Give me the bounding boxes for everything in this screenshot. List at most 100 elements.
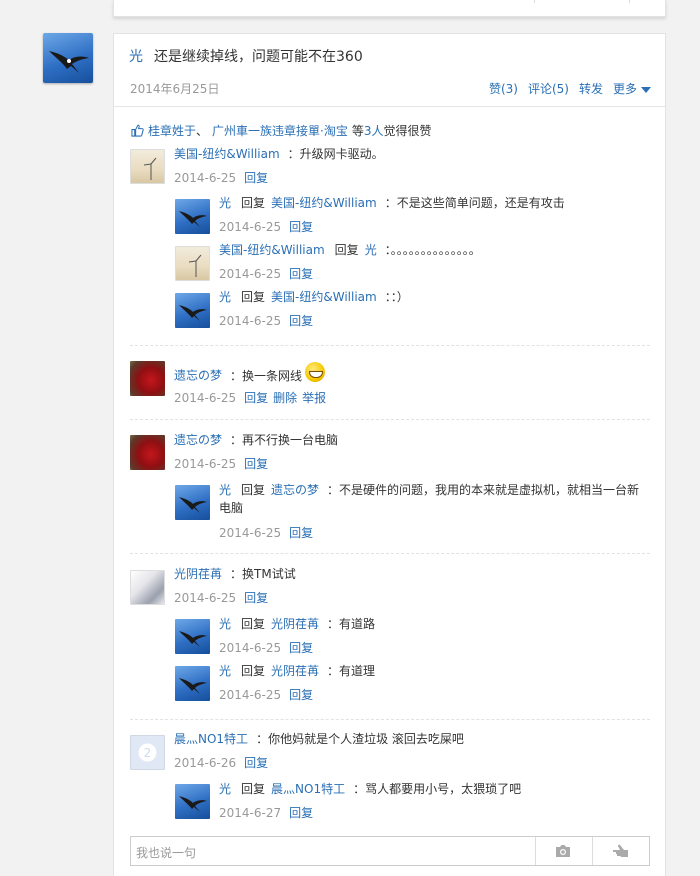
comment-date: 2014-6-25 xyxy=(174,171,237,185)
replier-name[interactable]: 光 xyxy=(219,782,231,796)
reply-link[interactable]: 回复 xyxy=(289,806,313,820)
commenter-avatar[interactable] xyxy=(130,570,165,605)
reply-target[interactable]: 晨灬NO1特工 xyxy=(271,782,345,796)
reply-target[interactable]: 光阴荏苒 xyxy=(271,664,319,678)
comment-meta: 2014-6-25 回复 xyxy=(174,171,268,185)
wind-turbine-image xyxy=(143,157,157,180)
post-header: 光 还是继续掉线，问题可能不在360 2014年6月25日 赞(3) 评论(5)… xyxy=(114,34,665,107)
reply-link[interactable]: 回复 xyxy=(244,457,268,471)
replier-avatar[interactable] xyxy=(175,784,210,819)
reply-target[interactable]: 光 xyxy=(365,243,377,257)
commenter-avatar[interactable] xyxy=(130,435,165,470)
delete-link[interactable]: 删除 xyxy=(273,391,297,405)
reply-date: 2014-6-25 xyxy=(219,641,282,655)
commenter-avatar[interactable] xyxy=(130,361,165,396)
report-link[interactable]: 举报 xyxy=(302,391,326,405)
replier-name[interactable]: 光 xyxy=(219,664,231,678)
reply-text: ：有道路 xyxy=(327,617,376,631)
commenter-avatar[interactable] xyxy=(130,149,165,184)
commenter-name[interactable]: 美国-纽约&William xyxy=(174,147,280,161)
comment-text: ：再不行换一台电脑 xyxy=(230,433,339,447)
eagle-image xyxy=(179,796,207,812)
reply-text: ：不是这些简单问题，还是有攻击 xyxy=(384,196,565,210)
reply-target[interactable]: 光阴荏苒 xyxy=(271,617,319,631)
camera-icon[interactable] xyxy=(555,844,571,858)
commenter-name[interactable]: 晨灬NO1特工 xyxy=(174,732,248,746)
reply-date: 2014-6-25 xyxy=(219,220,282,234)
svg-text:2: 2 xyxy=(144,746,152,760)
comment-text: ：你他妈就是个人渣垃圾 滚回去吃屎吧 xyxy=(256,732,464,746)
post-actions: 赞(3) 评论(5) 转发 更多 xyxy=(489,80,651,97)
replier-avatar[interactable] xyxy=(175,246,210,281)
replier-avatar[interactable] xyxy=(175,199,210,234)
replier-avatar[interactable] xyxy=(175,666,210,701)
comment-button[interactable]: 评论(5) xyxy=(528,80,569,97)
eagle-image xyxy=(179,305,207,321)
default-avatar-icon: 2 xyxy=(138,743,157,762)
like-button[interactable]: 赞(3) xyxy=(489,80,518,97)
reply-link[interactable]: 回复 xyxy=(289,641,313,655)
replier-avatar[interactable] xyxy=(175,619,210,654)
commenter-name[interactable]: 遗忘の梦 xyxy=(174,369,222,383)
thumbs-up-icon xyxy=(131,124,144,137)
reply-link[interactable]: 回复 xyxy=(289,267,313,281)
reply-word: 回复 xyxy=(241,664,266,678)
post-card: 光 还是继续掉线，问题可能不在360 2014年6月25日 赞(3) 评论(5)… xyxy=(113,33,666,876)
reply-link[interactable]: 回复 xyxy=(244,391,268,405)
replier-name[interactable]: 光 xyxy=(219,196,231,210)
input-divider xyxy=(592,837,593,865)
reply-meta: 2014-6-25 回复 xyxy=(219,220,313,234)
replier-name[interactable]: 光 xyxy=(219,290,231,304)
comment-meta: 2014-6-25 回复 xyxy=(174,457,268,471)
previous-card-divider xyxy=(534,0,535,3)
post-author-avatar[interactable] xyxy=(43,33,93,83)
commenter-avatar[interactable]: 2 xyxy=(130,735,165,770)
comment-line: 晨灬NO1特工 ：你他妈就是个人渣垃圾 滚回去吃屎吧 xyxy=(174,732,464,746)
replier-name[interactable]: 美国-纽约&William xyxy=(219,243,325,257)
reply-link[interactable]: 回复 xyxy=(244,756,268,770)
reply-line: 美国-纽约&William 回复光 ：。。。。。。。。。。。。。。 xyxy=(219,243,481,257)
reply-target[interactable]: 美国-纽约&William xyxy=(271,290,377,304)
commenter-name[interactable]: 光阴荏苒 xyxy=(174,567,222,581)
reply-meta: 2014-6-25 回复 xyxy=(219,267,313,281)
reply-link[interactable]: 回复 xyxy=(244,591,268,605)
reply-line: 光回复 美国-纽约&William ：不是这些简单问题，还是有攻击 xyxy=(219,196,565,210)
reply-link[interactable]: 回复 xyxy=(289,220,313,234)
input-divider xyxy=(535,837,536,865)
replier-name[interactable]: 光 xyxy=(219,617,231,631)
reply-date: 2014-6-25 xyxy=(219,688,282,702)
reply-target[interactable]: 美国-纽约&William xyxy=(271,196,377,210)
reply-word: 回复 xyxy=(334,243,359,257)
reply-text: ：：） xyxy=(384,290,409,304)
pointing-hand-icon[interactable] xyxy=(612,843,630,859)
more-button[interactable]: 更多 xyxy=(613,80,651,97)
comment-date: 2014-6-25 xyxy=(174,457,237,471)
reply-line: 光回复 光阴荏苒 ：有道路 xyxy=(219,617,375,631)
reply-link[interactable]: 回复 xyxy=(244,171,268,185)
comment-divider xyxy=(130,419,650,420)
reply-date: 2014-6-25 xyxy=(219,267,282,281)
reply-link[interactable]: 回复 xyxy=(289,526,313,540)
reply-target[interactable]: 遗忘の梦 xyxy=(271,483,319,497)
replier-avatar[interactable] xyxy=(175,293,210,328)
comment-date: 2014-6-26 xyxy=(174,756,237,770)
forward-button[interactable]: 转发 xyxy=(579,80,603,97)
reply-line: 光回复 晨灬NO1特工 ：骂人都要用小号，太猥琐了吧 xyxy=(219,782,521,796)
comment-input[interactable]: 我也说一句 xyxy=(136,844,196,861)
reply-link[interactable]: 回复 xyxy=(289,314,313,328)
post-author-name[interactable]: 光 xyxy=(129,46,143,66)
grin-emoji-icon xyxy=(305,362,326,382)
reply-word: 回复 xyxy=(241,617,266,631)
liker-link[interactable]: 广州車一族违章接單·淘宝 xyxy=(212,122,348,139)
reply-link[interactable]: 回复 xyxy=(289,688,313,702)
wind-turbine-image xyxy=(188,254,202,277)
replier-avatar[interactable] xyxy=(175,485,210,520)
reply-line: 光回复 光阴荏苒 ：有道理 xyxy=(219,664,375,678)
commenter-name[interactable]: 遗忘の梦 xyxy=(174,433,222,447)
reply-meta: 2014-6-25 回复 xyxy=(219,526,313,540)
comment-date: 2014-6-25 xyxy=(174,391,237,405)
replier-name[interactable]: 光 xyxy=(219,483,231,497)
liker-link[interactable]: 桂章姓于 xyxy=(148,122,196,139)
comment-divider xyxy=(130,345,650,346)
likes-count-link[interactable]: 3人 xyxy=(364,122,384,139)
